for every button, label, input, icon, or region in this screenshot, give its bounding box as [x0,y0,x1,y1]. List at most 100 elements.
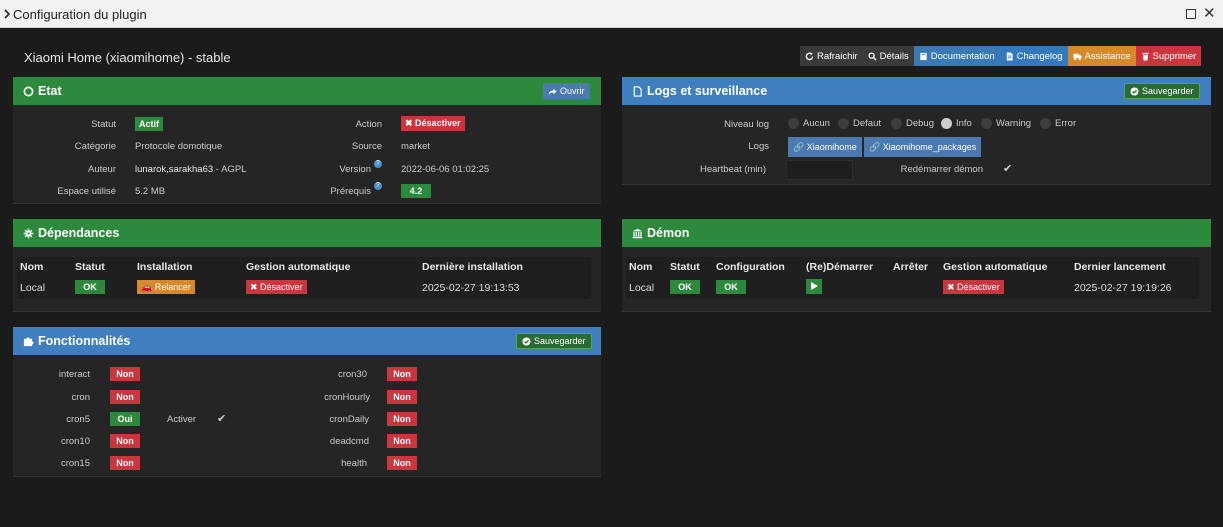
heartbeat-label: Heartbeat (min) [700,164,766,175]
relancer-button[interactable]: 🚗 Relancer [137,280,195,294]
demon-header-dernier: Dernier lancement [1074,261,1166,273]
fonct-label-cronhourly: cronHourly [324,392,370,403]
level-radio-info[interactable] [941,118,952,129]
logs-label: Logs [748,141,769,152]
logs-save-label: Sauvegarder [1142,86,1194,96]
source-value: market [401,141,431,152]
fonct-save-button[interactable]: Sauvegarder [516,333,592,349]
log-xiaomihome-button[interactable]: 🔗 Xiaomihome [788,137,862,157]
delete-button[interactable]: Supprimer [1135,46,1202,66]
share-icon [548,88,557,95]
deactivate-plugin-button[interactable]: ✖ Désactiver [401,116,465,131]
categorie-label: Catégorie [74,141,116,152]
demon-config-badge: OK [716,280,746,294]
fonct-label-interact: interact [58,369,90,380]
source-label: Source [351,141,382,152]
restart-daemon-label: Redémarrer démon [900,164,983,175]
documentation-button[interactable]: Documentation [913,46,1000,66]
level-radio-defaut[interactable] [838,118,849,129]
activer-label: Activer [167,414,197,425]
check-circle-icon [522,336,531,346]
help-icon[interactable]: ? [374,182,382,190]
level-radio-debug[interactable] [891,118,902,129]
bank-icon [632,228,643,238]
restart-daemon-checkbox[interactable]: ✔ [1003,162,1012,175]
plugin-title: Xiaomi Home (xiaomihome) - stable [24,50,231,65]
demon-title: Démon [647,226,690,240]
auteur-value: lunarok,sarakha63 - AGPL [135,164,246,175]
book-icon [920,52,927,60]
open-label: Ouvrir [560,86,585,96]
demon-deactivate-button[interactable]: ✖ Désactiver [943,280,1004,294]
auteur-names: lunarok,sarakha63 [135,164,214,175]
espace-value: 5.2 MB [135,186,166,197]
level-label-warning: Warning [996,118,1032,129]
cog-icon [23,228,34,238]
log-xiaomihome-packages-button[interactable]: 🔗 Xiaomihome_packages [864,137,982,157]
fonct-label-deadcmd: deadcmd [329,436,369,447]
dependances-header: Dépendances [13,219,601,247]
activer-checkbox[interactable]: ✔ [217,412,226,425]
file-icon [1006,51,1013,61]
level-label-debug: Debug [906,118,934,129]
changelog-label: Changelog [1016,50,1063,62]
heartbeat-input[interactable] [786,160,853,180]
logs-save-button[interactable]: Sauvegarder [1124,83,1200,99]
search-icon [868,51,877,61]
version-label: Version? [300,160,382,175]
chevron-right-icon[interactable] [3,7,13,21]
demon-header-statut: Statut [670,261,700,273]
demon-header-gestion: Gestion automatique [943,261,1048,273]
open-button[interactable]: Ouvrir [543,83,590,99]
dep-statut-badge: OK [75,280,105,294]
fonct-label-cron15: cron15 [60,458,90,469]
dep-derniere-value: 2025-02-27 19:13:53 [422,282,520,294]
close-icon[interactable]: ✕ [1203,6,1216,21]
etat-header: Etat Ouvrir [13,77,601,105]
changelog-button[interactable]: Changelog [999,46,1068,66]
assistance-label: Assistance [1084,50,1131,62]
dep-header-installation: Installation [137,261,193,273]
trash-icon [1141,52,1149,61]
fonctionnalites-title: Fonctionnalités [38,334,131,348]
dependances-title: Dépendances [38,226,120,240]
fonct-save-label: Sauvegarder [534,336,586,346]
level-radio-aucun[interactable] [788,118,799,129]
level-radio-warning[interactable] [981,118,992,129]
fonct-label-cron5: cron5 [66,414,90,425]
play-icon[interactable] [806,279,822,294]
fonct-badge-health: Non [387,456,417,470]
assistance-button[interactable]: Assistance [1067,46,1136,66]
fonct-label-cron10: cron10 [60,436,90,447]
refresh-label: Rafraichir [817,50,858,62]
details-button[interactable]: Détails [862,46,914,66]
logs-title: Logs et surveillance [647,84,768,98]
maximize-icon[interactable] [1186,9,1196,19]
fonct-label-crondaily: cronDaily [329,414,369,425]
auteur-label: Auteur [88,164,116,175]
prerequis-label: Prérequis? [300,182,382,197]
window-titlebar: Configuration du plugin ✕ [0,0,1223,28]
relancer-label: Relancer [154,282,191,292]
fonct-badge-cron5: Oui [110,412,140,426]
dep-deactivate-button[interactable]: ✖ Désactiver [246,280,307,294]
demon-dernier-value: 2025-02-27 19:19:26 [1074,282,1172,294]
refresh-button[interactable]: Rafraichir [800,46,863,66]
puzzle-icon [23,336,34,346]
check-circle-icon [1130,86,1139,96]
log-xiaomihome-label: Xiaomihome [806,142,857,152]
niveau-log-label: Niveau log [724,119,769,130]
level-radio-error[interactable] [1040,118,1051,129]
demon-header-nom: Nom [629,261,653,273]
refresh-icon [805,51,814,60]
level-label-aucun: Aucun [803,118,830,129]
level-label-info: Info [956,118,972,129]
circle-o-icon [23,86,34,96]
espace-label: Espace utilisé [57,186,116,197]
fonct-label-health: health [341,458,367,469]
fonct-badge-cronhourly: Non [387,390,417,404]
logs-header: Logs et surveillance Sauvegarder [622,77,1211,105]
delete-label: Supprimer [1152,50,1197,62]
help-icon[interactable]: ? [374,160,382,168]
ambulance-icon [1073,53,1082,60]
